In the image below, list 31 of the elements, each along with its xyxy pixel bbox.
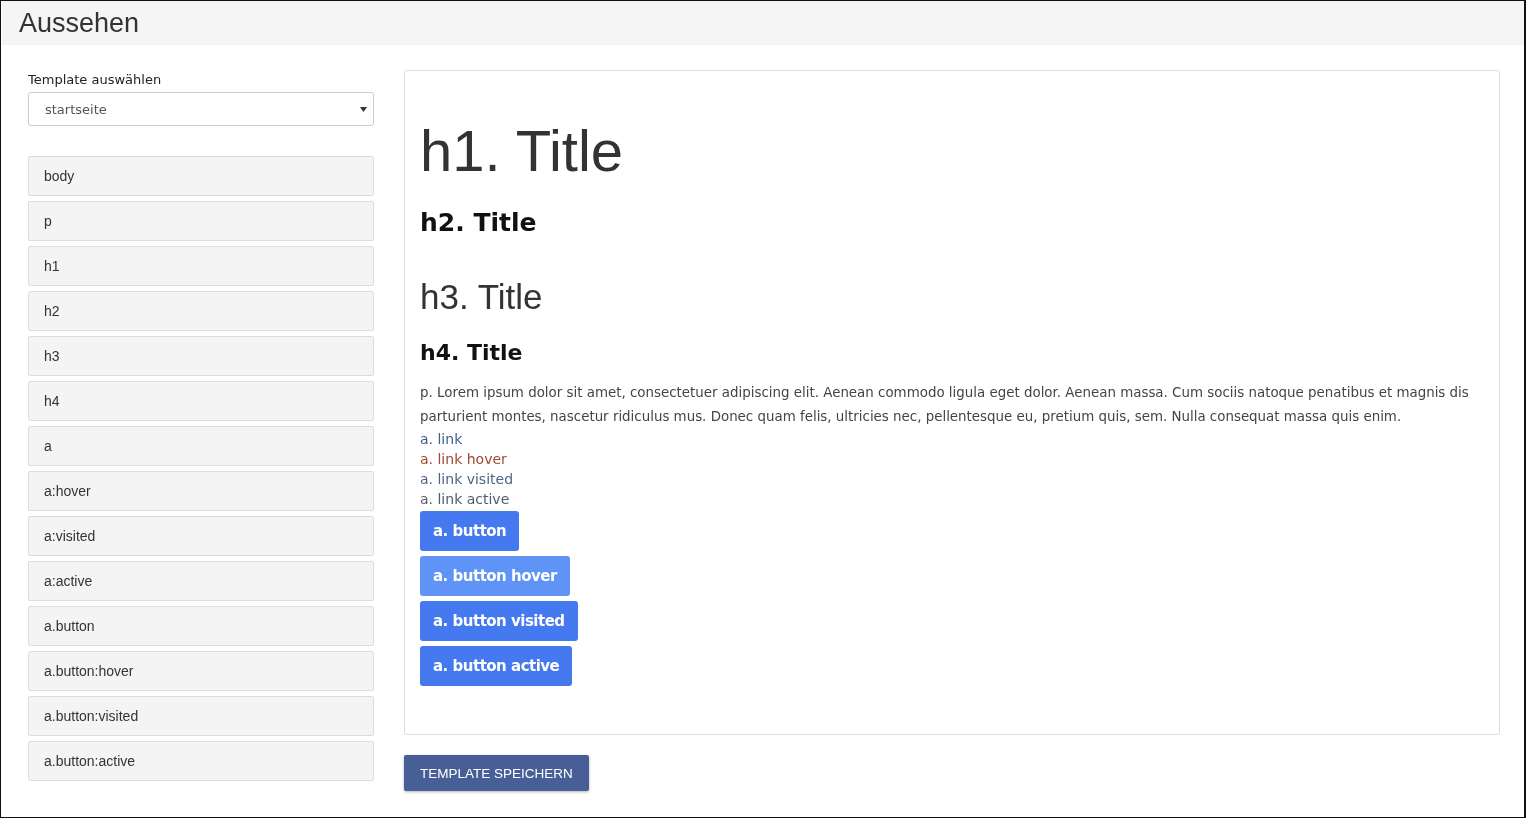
sample-button[interactable]: a. button: [420, 511, 520, 551]
sample-link[interactable]: a. link: [420, 429, 463, 449]
sample-button[interactable]: a. button visited: [420, 601, 578, 641]
caret-icon: [360, 106, 367, 112]
paragraph-sample: p. Lorem ipsum dolor sit amet, consectetuer adipiscing elit. Aenean commodo ligula eget dolor. Aenean massa. Cum sociis natoque penatibus et magnis dis parturient montes, nascetur ridiculus mus. Donec quam felis, ultricies nec, pellentesque eu, pretium quis, sem. Nulla consequat massa quis enim.: [420, 384, 1470, 426]
element-list-item[interactable]: h2: [28, 291, 374, 331]
heading-sample: h1. Title: [420, 117, 625, 185]
element-list-item[interactable]: a.button:hover: [28, 651, 374, 691]
sample-link[interactable]: a. link visited: [420, 469, 514, 489]
element-list-item[interactable]: a.button:active: [28, 741, 374, 781]
sample-button[interactable]: a. button active: [420, 646, 573, 686]
element-list-item[interactable]: h3: [28, 336, 374, 376]
select-label: Template auswählen: [28, 72, 163, 89]
heading-sample: h2. Title: [420, 207, 538, 239]
element-list-item[interactable]: p: [28, 201, 374, 241]
element-list-item[interactable]: a.button: [28, 606, 374, 646]
element-list-item[interactable]: body: [28, 156, 374, 196]
page-title: Aussehen: [19, 7, 140, 39]
element-list-item[interactable]: h1: [28, 246, 374, 286]
sample-link[interactable]: a. link hover: [420, 449, 507, 469]
element-list-item[interactable]: a:visited: [28, 516, 374, 556]
sample-link[interactable]: a. link active: [420, 489, 510, 509]
save-template-button[interactable]: TEMPLATE SPEICHERN: [404, 755, 589, 791]
element-list-item[interactable]: a: [28, 426, 374, 466]
element-list-item[interactable]: a.button:visited: [28, 696, 374, 736]
element-list-item[interactable]: a:active: [28, 561, 374, 601]
element-list-item[interactable]: h4: [28, 381, 374, 421]
template-select[interactable]: startseite: [28, 92, 374, 126]
heading-sample: h4. Title: [420, 339, 524, 367]
element-list-item[interactable]: a:hover: [28, 471, 374, 511]
heading-sample: h3. Title: [420, 276, 544, 318]
